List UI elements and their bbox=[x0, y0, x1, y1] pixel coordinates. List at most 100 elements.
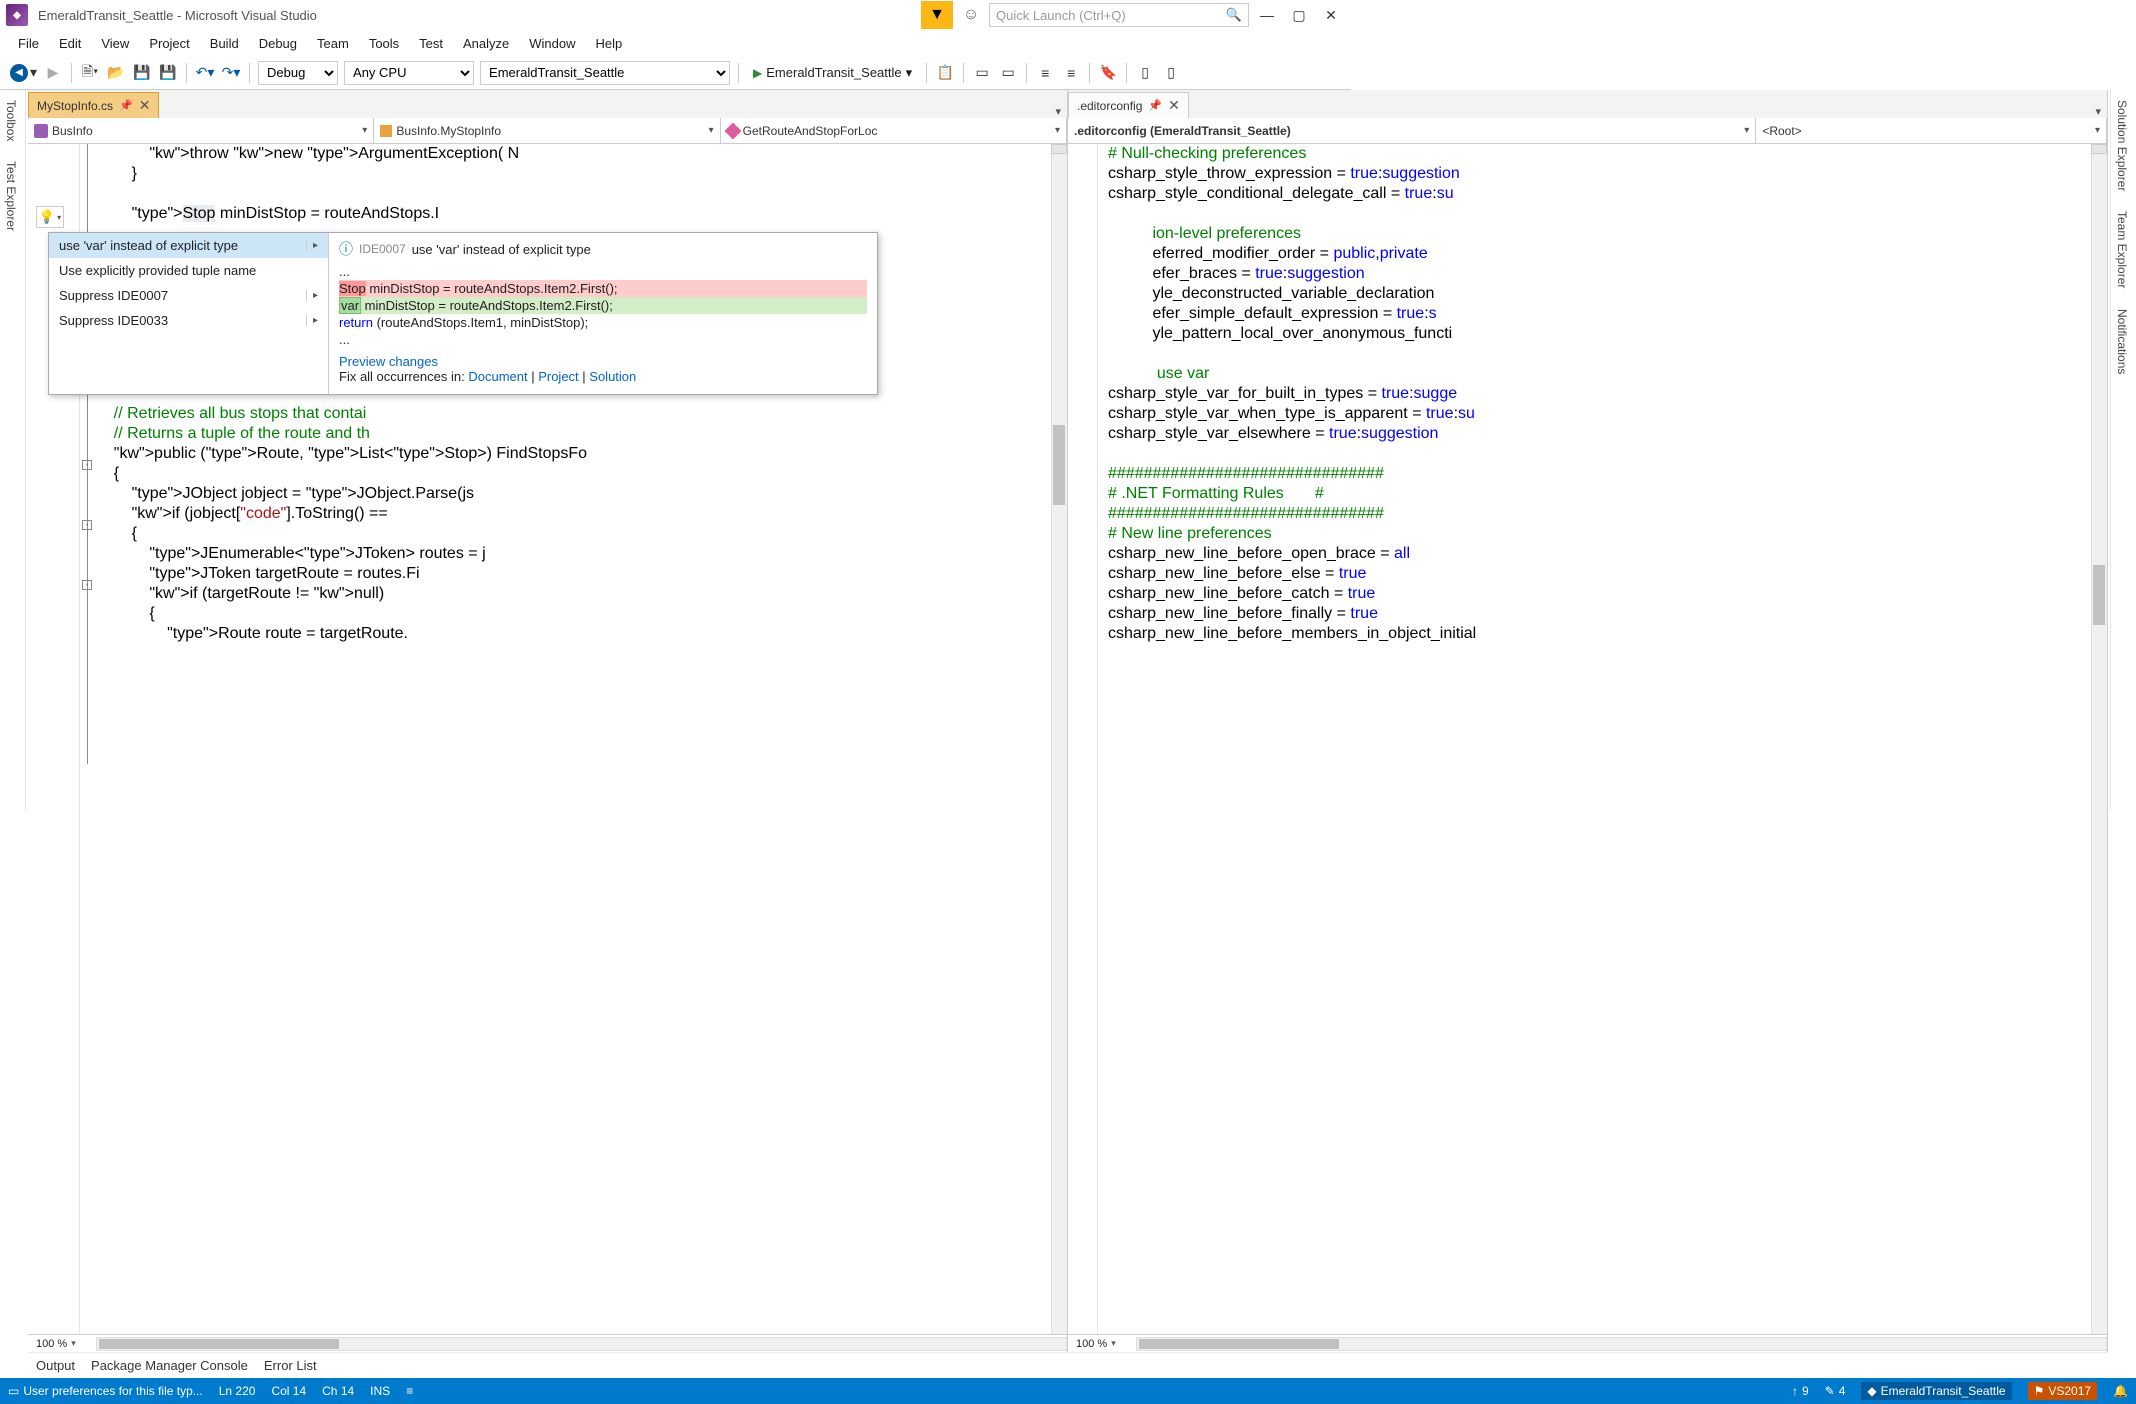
status-col: Col 14 bbox=[271, 1384, 306, 1398]
save-all-button[interactable]: 💾 bbox=[156, 61, 180, 85]
status-project[interactable]: ◆ EmeraldTransit_Seattle bbox=[1861, 1382, 2011, 1400]
member-combo[interactable]: GetRouteAndStopForLoc▾ bbox=[721, 118, 1067, 143]
outline-toggle[interactable]: - bbox=[82, 460, 92, 470]
outdent-button[interactable]: ≡ bbox=[1059, 61, 1083, 85]
tab-mystopinfo[interactable]: MyStopInfo.cs 📌 ✕ bbox=[28, 92, 159, 118]
rule-id: IDE0007 bbox=[359, 242, 406, 256]
qa-item-suppress-7[interactable]: Suppress IDE0007▸ bbox=[49, 283, 328, 308]
split-handle-icon[interactable] bbox=[2091, 144, 2107, 154]
menu-tools[interactable]: Tools bbox=[359, 32, 409, 55]
undo-button[interactable]: ↶▾ bbox=[193, 61, 217, 85]
scope-combo[interactable]: .editorconfig (EmeraldTransit_Seattle)▾ bbox=[1068, 118, 1756, 143]
quick-launch-input[interactable]: Quick Launch (Ctrl+Q) 🔍 bbox=[989, 3, 1249, 27]
status-notifications-icon[interactable]: 🔔 bbox=[2113, 1384, 2128, 1398]
tab-overflow-dropdown[interactable]: ▾ bbox=[1049, 105, 1067, 118]
notifications-tab[interactable]: Notifications bbox=[2111, 299, 2133, 384]
quick-actions-list: use 'var' instead of explicit type▸ Use … bbox=[49, 233, 329, 394]
close-button[interactable]: ✕ bbox=[1317, 1, 1345, 29]
lightbulb-button[interactable]: 💡 bbox=[36, 206, 64, 228]
indent-button[interactable]: ≡ bbox=[1033, 61, 1057, 85]
pin-icon[interactable]: 📌 bbox=[119, 99, 133, 112]
qa-item-suppress-33[interactable]: Suppress IDE0033▸ bbox=[49, 308, 328, 333]
status-up-arrow-icon[interactable]: ↑ 9 bbox=[1792, 1384, 1809, 1398]
outline-toggle[interactable]: - bbox=[82, 520, 92, 530]
feedback-icon[interactable]: ☺ bbox=[957, 1, 985, 29]
tab-editorconfig[interactable]: .editorconfig 📌 ✕ bbox=[1068, 92, 1189, 118]
config-select[interactable]: Debug bbox=[258, 61, 338, 85]
uncomment-button[interactable]: ▯ bbox=[1159, 61, 1183, 85]
toolbar-btn-2[interactable]: ▭ bbox=[970, 61, 994, 85]
toolbar-btn-3[interactable]: ▭ bbox=[996, 61, 1020, 85]
output-tab[interactable]: Output bbox=[36, 1358, 75, 1373]
menu-view[interactable]: View bbox=[91, 32, 139, 55]
toolbox-tab[interactable]: Toolbox bbox=[0, 90, 22, 151]
fix-document-link[interactable]: Document bbox=[468, 369, 527, 384]
test-explorer-tab[interactable]: Test Explorer bbox=[0, 151, 22, 241]
close-tab-icon[interactable]: ✕ bbox=[1168, 97, 1180, 114]
status-vs-version[interactable]: ⚑ VS2017 bbox=[2028, 1382, 2097, 1400]
root-combo[interactable]: <Root>▾ bbox=[1756, 118, 2107, 143]
save-button[interactable]: 💾 bbox=[130, 61, 154, 85]
qa-item-tuple[interactable]: Use explicitly provided tuple name bbox=[49, 258, 328, 283]
left-code-editor[interactable]: - - - 💡 "kw">throw "kw">new "type">Argum… bbox=[28, 144, 1067, 1334]
left-nav-bar: BusInfo▾ BusInfo.MyStopInfo▾ GetRouteAnd… bbox=[28, 118, 1067, 144]
menu-analyze[interactable]: Analyze bbox=[453, 32, 519, 55]
status-ins: INS bbox=[370, 1384, 390, 1398]
menu-project[interactable]: Project bbox=[139, 32, 199, 55]
rule-text: use 'var' instead of explicit type bbox=[412, 242, 591, 257]
menu-help[interactable]: Help bbox=[586, 32, 633, 55]
menu-test[interactable]: Test bbox=[409, 32, 453, 55]
outline-toggle[interactable]: - bbox=[82, 580, 92, 590]
close-tab-icon[interactable]: ✕ bbox=[139, 97, 151, 114]
qa-item-use-var[interactable]: use 'var' instead of explicit type▸ bbox=[49, 233, 328, 258]
right-code-editor[interactable]: # Null-checking preferencescsharp_style_… bbox=[1068, 144, 2107, 1334]
pmc-tab[interactable]: Package Manager Console bbox=[91, 1358, 248, 1373]
title-bar: ◆ EmeraldTransit_Seattle - Microsoft Vis… bbox=[0, 0, 1351, 30]
scope-combo[interactable]: BusInfo▾ bbox=[28, 118, 374, 143]
redo-button[interactable]: ↷▾ bbox=[219, 61, 243, 85]
right-zoom-row: 100 % ▾ bbox=[1068, 1334, 2107, 1352]
tab-overflow-dropdown[interactable]: ▾ bbox=[2089, 105, 2107, 118]
menu-edit[interactable]: Edit bbox=[49, 32, 91, 55]
team-explorer-tab[interactable]: Team Explorer bbox=[2111, 201, 2133, 298]
zoom-select[interactable]: 100 % bbox=[32, 1338, 71, 1350]
bookmark-icon[interactable]: 🔖 bbox=[1096, 61, 1120, 85]
startup-project-select[interactable]: EmeraldTransit_Seattle bbox=[480, 61, 730, 85]
class-combo[interactable]: BusInfo.MyStopInfo▾ bbox=[374, 118, 720, 143]
start-debugging-button[interactable]: ▶EmeraldTransit_Seattle ▾ bbox=[745, 61, 920, 85]
platform-select[interactable]: Any CPU bbox=[344, 61, 474, 85]
preview-changes-link[interactable]: Preview changes bbox=[339, 354, 438, 369]
error-list-tab[interactable]: Error List bbox=[264, 1358, 317, 1373]
vertical-scrollbar[interactable] bbox=[2091, 144, 2107, 1334]
tab-label: .editorconfig bbox=[1077, 99, 1142, 113]
status-pencil-icon[interactable]: ✎ 4 bbox=[1825, 1384, 1846, 1398]
nav-forward-button[interactable]: ▶ bbox=[41, 61, 65, 85]
menu-file[interactable]: File bbox=[8, 32, 49, 55]
pin-icon[interactable]: 📌 bbox=[1148, 99, 1162, 112]
nav-back-button[interactable]: ◀▾ bbox=[8, 61, 39, 85]
split-handle-icon[interactable] bbox=[1051, 144, 1067, 154]
minimize-button[interactable]: — bbox=[1253, 1, 1281, 29]
new-project-button[interactable]: 🗎▾ bbox=[78, 61, 102, 85]
menu-window[interactable]: Window bbox=[519, 32, 585, 55]
menu-bar: File Edit View Project Build Debug Team … bbox=[0, 30, 1351, 56]
chevron-right-icon: ▸ bbox=[306, 290, 318, 301]
tab-label: MyStopInfo.cs bbox=[37, 99, 113, 113]
menu-team[interactable]: Team bbox=[307, 32, 359, 55]
menu-debug[interactable]: Debug bbox=[249, 32, 307, 55]
right-editor-pane: .editorconfig 📌 ✕ ▾ .editorconfig (Emera… bbox=[1068, 90, 2108, 1352]
comment-button[interactable]: ▯ bbox=[1133, 61, 1157, 85]
notification-flag-icon[interactable]: ▼ bbox=[921, 1, 953, 29]
open-file-button[interactable]: 📂 bbox=[104, 61, 128, 85]
maximize-button[interactable]: ▢ bbox=[1285, 1, 1313, 29]
menu-build[interactable]: Build bbox=[200, 32, 249, 55]
status-selmode-icon[interactable]: ≡ bbox=[406, 1384, 413, 1398]
fix-solution-link[interactable]: Solution bbox=[589, 369, 636, 384]
toolbar-btn-1[interactable]: 📋 bbox=[933, 61, 957, 85]
horizontal-scrollbar[interactable] bbox=[96, 1337, 1067, 1351]
zoom-select[interactable]: 100 % bbox=[1072, 1338, 1111, 1350]
horizontal-scrollbar[interactable] bbox=[1136, 1337, 2107, 1351]
solution-explorer-tab[interactable]: Solution Explorer bbox=[2111, 90, 2133, 201]
vertical-scrollbar[interactable] bbox=[1051, 144, 1067, 1334]
fix-project-link[interactable]: Project bbox=[538, 369, 578, 384]
